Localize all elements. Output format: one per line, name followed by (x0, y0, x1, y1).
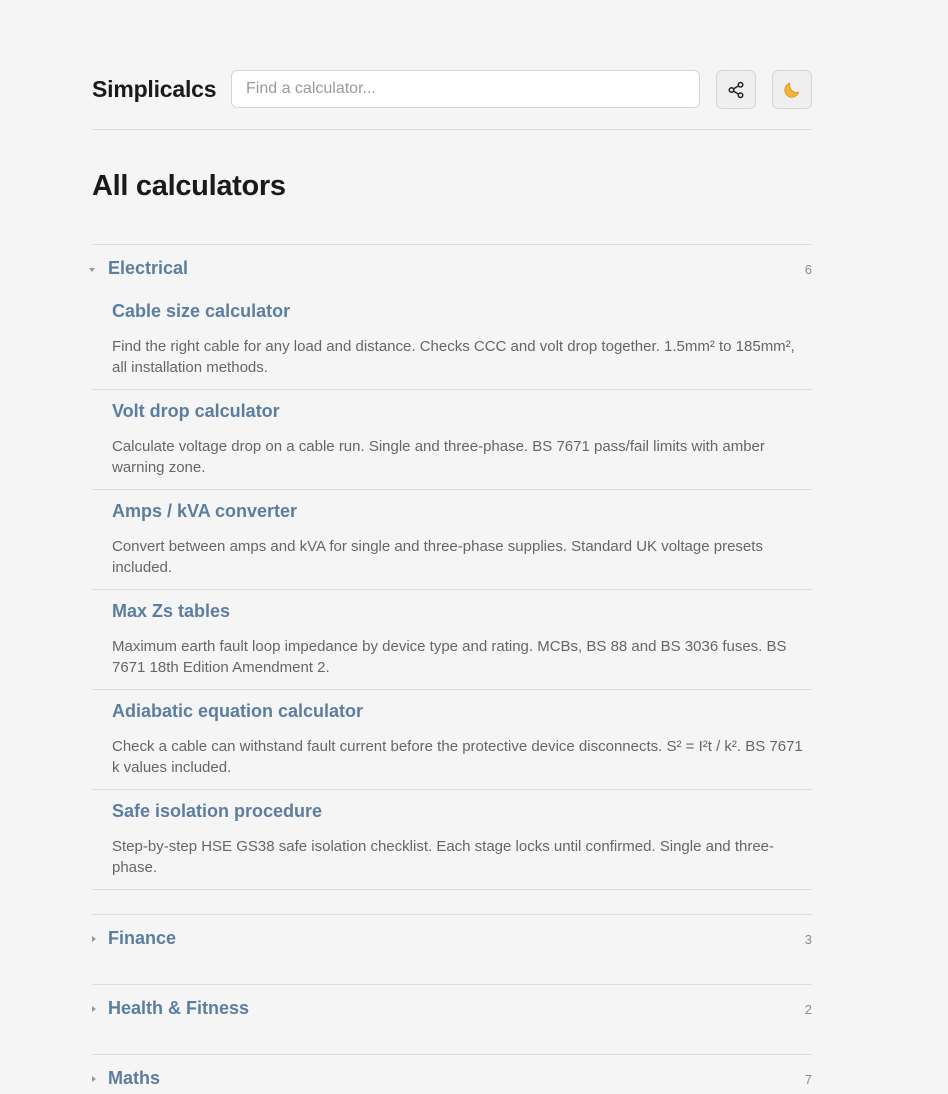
calculator-title[interactable]: Adiabatic equation calculator (112, 701, 363, 722)
calculator-item-safe-isolation[interactable]: Safe isolation procedure Step-by-step HS… (92, 790, 812, 890)
calculator-description: Find the right cable for any load and di… (112, 338, 795, 376)
calculator-item-cable-size[interactable]: Cable size calculator Find the right cab… (92, 290, 812, 390)
category-finance[interactable]: Finance 3 (92, 926, 812, 954)
calculator-title[interactable]: Safe isolation procedure (112, 801, 322, 822)
category-electrical[interactable]: Electrical 6 (89, 256, 812, 284)
category-name: Electrical (108, 258, 189, 278)
calculator-title[interactable]: Max Zs tables (112, 601, 230, 622)
category-divider (92, 984, 812, 985)
calculator-description: Maximum earth fault loop impedance by de… (112, 638, 787, 676)
category-name: Finance (108, 928, 177, 948)
calculator-item-amps-kva[interactable]: Amps / kVA converter Convert between amp… (92, 490, 812, 590)
item-divider (92, 889, 812, 890)
category-health-fitness[interactable]: Health & Fitness 2 (92, 996, 812, 1024)
calculator-title[interactable]: Cable size calculator (112, 301, 290, 322)
theme-toggle-button[interactable] (772, 70, 812, 109)
share-button[interactable] (716, 70, 756, 109)
page-title: All calculators (92, 170, 286, 202)
category-name: Maths (108, 1068, 161, 1088)
category-count: 2 (804, 1002, 812, 1017)
search-input[interactable] (231, 70, 700, 108)
category-divider (92, 1054, 812, 1055)
category-count: 3 (804, 932, 812, 947)
calculator-item-volt-drop[interactable]: Volt drop calculator Calculate voltage d… (92, 390, 812, 490)
calculator-item-max-zs[interactable]: Max Zs tables Maximum earth fault loop i… (92, 590, 812, 690)
calculator-description: Convert between amps and kVA for single … (112, 538, 763, 576)
calculator-item-adiabatic[interactable]: Adiabatic equation calculator Check a ca… (92, 690, 812, 790)
chevron-right-icon (92, 936, 96, 942)
category-maths[interactable]: Maths 7 (92, 1066, 812, 1094)
share-icon (728, 81, 744, 98)
header-divider (92, 129, 812, 130)
category-count: 7 (804, 1072, 812, 1087)
calculator-title[interactable]: Amps / kVA converter (112, 501, 297, 522)
chevron-down-icon (89, 268, 95, 272)
category-count: 6 (804, 262, 812, 277)
site-logo[interactable]: Simplicalcs (92, 76, 217, 103)
calculator-description: Check a cable can withstand fault curren… (112, 738, 803, 776)
category-divider (92, 244, 812, 245)
calculator-description: Step-by-step HSE GS38 safe isolation che… (112, 838, 774, 876)
category-divider (92, 914, 812, 915)
moon-icon (784, 82, 800, 98)
category-name: Health & Fitness (108, 998, 250, 1018)
chevron-right-icon (92, 1076, 96, 1082)
calculator-title[interactable]: Volt drop calculator (112, 401, 280, 422)
calculator-description: Calculate voltage drop on a cable run. S… (112, 438, 765, 476)
header: Simplicalcs (92, 70, 812, 109)
chevron-right-icon (92, 1006, 96, 1012)
